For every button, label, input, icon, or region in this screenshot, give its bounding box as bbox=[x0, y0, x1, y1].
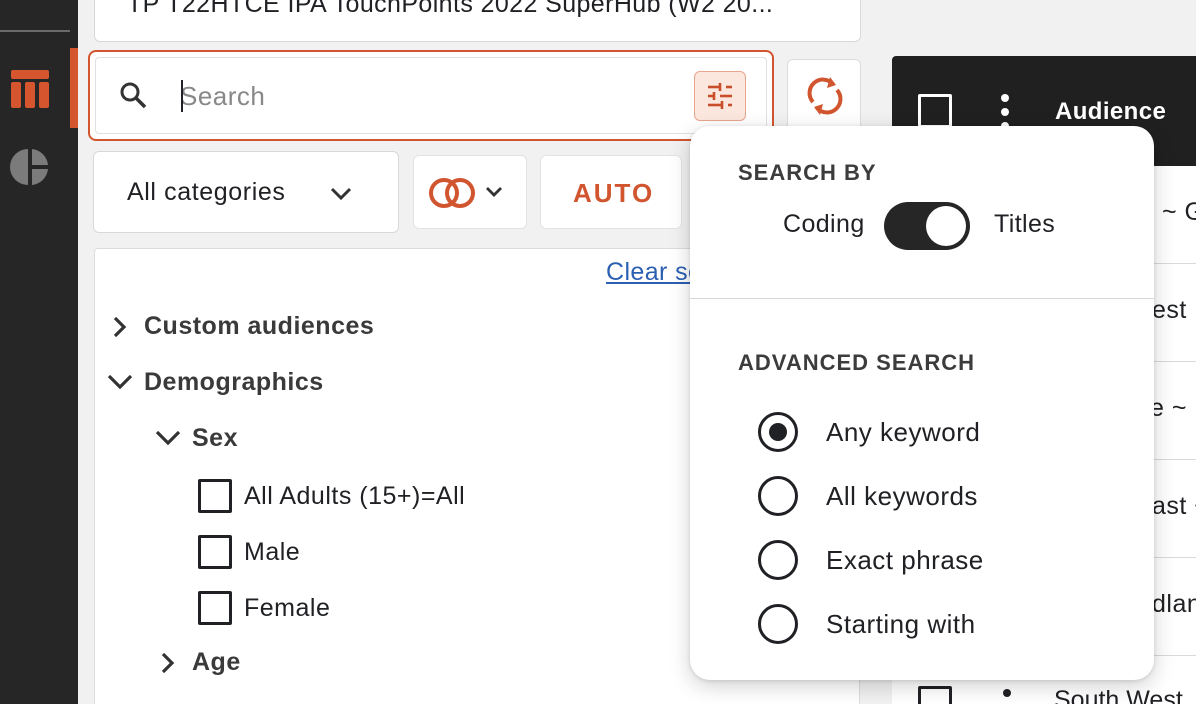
more-vert-icon[interactable] bbox=[1000, 94, 1010, 130]
tree-item-female: Female bbox=[244, 594, 331, 622]
tree-item-all-adults: All Adults (15+)=All bbox=[244, 482, 466, 510]
refresh-button[interactable] bbox=[787, 59, 861, 133]
filter-sliders-icon bbox=[708, 83, 732, 109]
rail-divider bbox=[0, 30, 70, 32]
refresh-icon bbox=[807, 77, 843, 115]
chevron-right-icon[interactable] bbox=[110, 314, 130, 340]
auto-button[interactable]: AUTO bbox=[540, 155, 682, 229]
text-cursor bbox=[181, 80, 183, 112]
more-vert-icon[interactable] bbox=[1003, 689, 1011, 697]
dataset-label: TP T22HTCE IPA TouchPoints 2022 SuperHub… bbox=[127, 0, 774, 17]
radio-exact-phrase[interactable] bbox=[758, 540, 798, 580]
dataset-selector[interactable]: TP T22HTCE IPA TouchPoints 2022 SuperHub… bbox=[94, 0, 861, 42]
category-value: All categories bbox=[127, 178, 286, 206]
tree-node-demographics[interactable]: Demographics bbox=[144, 368, 324, 397]
audience-row-label: South West bbox=[1054, 686, 1183, 704]
search-by-title: SEARCH BY bbox=[738, 160, 877, 185]
checkbox-all-adults[interactable] bbox=[198, 479, 232, 513]
chevron-down-icon[interactable] bbox=[106, 372, 134, 392]
audience-header-title: Audience bbox=[1055, 98, 1167, 125]
search-by-toggle[interactable] bbox=[884, 202, 970, 250]
chevron-down-icon bbox=[802, 0, 804, 1]
popover-divider bbox=[690, 298, 1154, 299]
checkbox-male[interactable] bbox=[198, 535, 232, 569]
radio-all-keywords[interactable] bbox=[758, 476, 798, 516]
chevron-down-icon bbox=[486, 187, 502, 197]
chevron-right-icon[interactable] bbox=[158, 650, 178, 676]
toggle-knob bbox=[926, 206, 966, 246]
tree-item-male: Male bbox=[244, 538, 301, 566]
pie-chart-icon[interactable] bbox=[10, 147, 50, 187]
select-all-checkbox[interactable] bbox=[918, 94, 952, 128]
tree-node-age[interactable]: Age bbox=[192, 648, 241, 677]
nav-rail bbox=[0, 0, 78, 704]
tree-node-custom-audiences[interactable]: Custom audiences bbox=[144, 312, 374, 341]
auto-label: AUTO bbox=[573, 178, 655, 208]
radio-label-exact-phrase[interactable]: Exact phrase bbox=[826, 545, 984, 576]
search-options-button[interactable] bbox=[694, 71, 746, 121]
toggle-label-coding[interactable]: Coding bbox=[783, 210, 865, 239]
search-icon bbox=[120, 82, 147, 109]
active-indicator bbox=[70, 48, 78, 128]
venn-operator-button[interactable] bbox=[413, 155, 527, 229]
advanced-search-title: ADVANCED SEARCH bbox=[738, 350, 976, 375]
category-select[interactable]: All categories bbox=[93, 151, 399, 233]
radio-any-keyword[interactable] bbox=[758, 412, 798, 452]
radio-starting-with[interactable] bbox=[758, 604, 798, 644]
clear-selection-link[interactable]: Clear selection bbox=[606, 258, 690, 287]
radio-label-all-keywords[interactable]: All keywords bbox=[826, 481, 978, 512]
search-options-popover: SEARCH BY Coding Titles ADVANCED SEARCH … bbox=[690, 126, 1154, 680]
toggle-label-titles[interactable]: Titles bbox=[994, 210, 1055, 239]
radio-label-starting-with[interactable]: Starting with bbox=[826, 609, 976, 640]
radio-label-any-keyword[interactable]: Any keyword bbox=[826, 417, 980, 448]
venn-icon bbox=[429, 178, 475, 208]
search-input[interactable] bbox=[180, 76, 680, 116]
checkbox-female[interactable] bbox=[198, 591, 232, 625]
row-checkbox[interactable] bbox=[918, 686, 952, 704]
grid-icon[interactable] bbox=[11, 70, 49, 108]
chevron-down-icon bbox=[330, 187, 352, 201]
chevron-down-icon[interactable] bbox=[154, 428, 182, 448]
tree-node-sex[interactable]: Sex bbox=[192, 424, 238, 453]
